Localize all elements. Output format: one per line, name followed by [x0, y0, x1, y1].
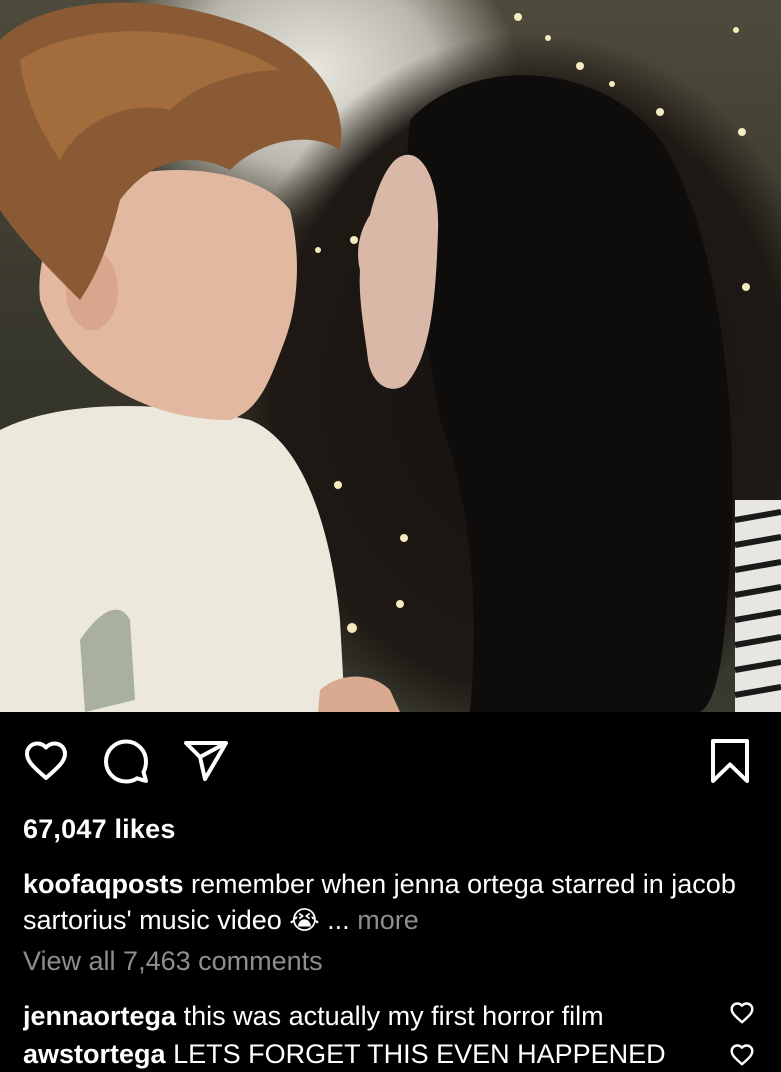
likes-count[interactable]: 67,047 likes: [23, 814, 176, 845]
heart-icon: [730, 1044, 754, 1066]
comment-text: LETS FORGET THIS EVEN HAPPENED: [173, 1039, 666, 1069]
like-button[interactable]: [22, 737, 70, 785]
heart-icon: [730, 1002, 754, 1024]
send-icon: [184, 741, 228, 781]
save-button[interactable]: [706, 737, 754, 785]
comment-icon: [104, 739, 148, 784]
comment-username[interactable]: awstortega: [23, 1039, 166, 1069]
view-all-comments-link[interactable]: View all 7,463 comments: [23, 946, 323, 977]
comment-like-button[interactable]: [729, 1042, 755, 1068]
share-button[interactable]: [182, 737, 230, 785]
comment-button[interactable]: [102, 737, 150, 785]
comment-row: jennaortega this was actually my first h…: [23, 998, 713, 1034]
caption-ellipsis: ...: [327, 905, 350, 935]
crying-emoji: 😭: [289, 905, 320, 935]
post-photo[interactable]: [0, 0, 781, 712]
comment-row: awstortega LETS FORGET THIS EVEN HAPPENE…: [23, 1036, 713, 1072]
caption-username[interactable]: koofaqposts: [23, 869, 184, 899]
comment-text: this was actually my first horror film: [183, 1001, 604, 1031]
comment-username[interactable]: jennaortega: [23, 1001, 176, 1031]
photo-illustration: [0, 2, 781, 712]
bookmark-icon: [711, 739, 749, 783]
post-caption: koofaqposts remember when jenna ortega s…: [23, 866, 763, 938]
heart-icon: [25, 741, 67, 780]
caption-more-link[interactable]: more: [357, 905, 419, 935]
comment-like-button[interactable]: [729, 1000, 755, 1026]
